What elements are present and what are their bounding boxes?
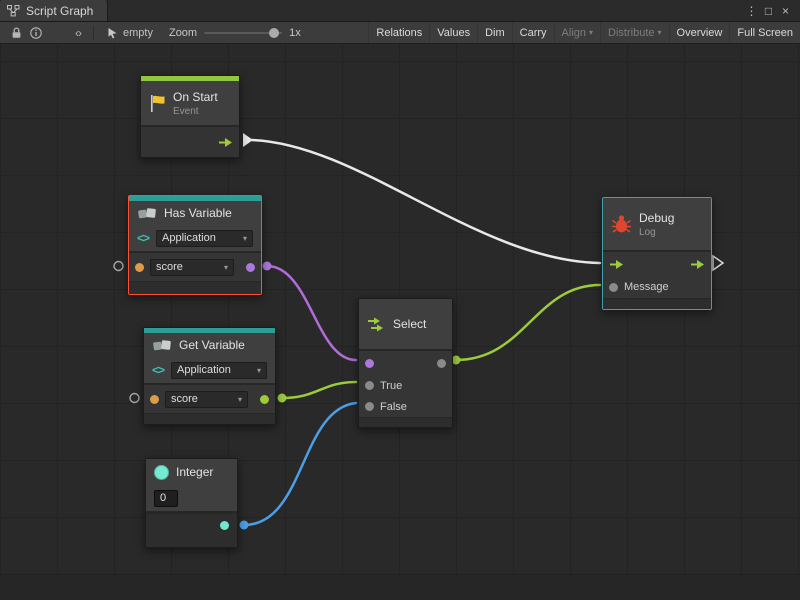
node-title: Select (393, 317, 426, 331)
script-graph-window: Script Graph ⋮ □ × ‹› empty Zoom (0, 0, 800, 600)
variables-icon (137, 206, 157, 221)
variable-name-dropdown[interactable]: score▾ (150, 259, 234, 276)
selection-output-port[interactable] (437, 359, 446, 368)
integer-value-input[interactable]: 0 (154, 490, 178, 507)
select-icon (367, 317, 386, 332)
values-button[interactable]: Values (429, 22, 477, 43)
pointer-icon (107, 27, 118, 39)
scope-icon: <> (152, 363, 164, 377)
zoom-control: Zoom 1x (161, 27, 309, 39)
flow-arrow-icon[interactable] (218, 137, 233, 148)
true-input-port[interactable] (365, 381, 374, 390)
message-port-label: Message (624, 281, 669, 293)
node-debug-log[interactable]: Debug Log Message (602, 197, 712, 310)
node-get-variable[interactable]: Get Variable <> Application▾ score▾ (143, 327, 276, 425)
distribute-button: Distribute▾ (600, 22, 668, 43)
graph-canvas[interactable]: On Start Event Has Variable (0, 44, 800, 600)
wire-hasvariable-to-select[interactable] (267, 266, 356, 360)
variable-name-input-port[interactable] (135, 263, 144, 272)
value-output-port[interactable] (260, 395, 269, 404)
window-controls: ⋮ □ × (743, 0, 800, 21)
variable-name-input-port[interactable] (150, 395, 159, 404)
node-title: Has Variable (164, 206, 232, 220)
hasvariable-target-port[interactable] (114, 262, 123, 271)
bug-icon (611, 214, 632, 234)
graph-toolbar: ‹› empty Zoom 1x Relations Values Dim Ca… (0, 22, 800, 44)
condition-input-port[interactable] (365, 359, 374, 368)
log-flow-output-port[interactable] (713, 256, 723, 270)
node-on-start[interactable]: On Start Event (140, 75, 240, 158)
result-output-port[interactable] (246, 263, 255, 272)
tab-script-graph[interactable]: Script Graph (0, 0, 108, 21)
lock-icon[interactable] (6, 22, 26, 43)
selection-indicator: empty (99, 27, 161, 39)
info-icon[interactable] (26, 22, 46, 43)
canvas-bottom-edge (0, 574, 800, 600)
chevron-down-icon: ▾ (658, 28, 662, 37)
chevron-down-icon: ▾ (219, 263, 228, 272)
integer-icon (154, 465, 169, 480)
flow-output-arrow-icon[interactable] (690, 259, 705, 270)
dim-button[interactable]: Dim (477, 22, 512, 43)
false-port-label: False (380, 401, 407, 413)
integer-output-port[interactable] (220, 521, 229, 530)
chevron-down-icon: ▾ (589, 28, 593, 37)
selection-label: empty (123, 27, 153, 39)
onstart-flow-output-port[interactable] (243, 133, 253, 147)
align-button: Align▾ (554, 22, 600, 43)
node-title: Get Variable (179, 338, 245, 352)
node-select[interactable]: Select True False (358, 298, 453, 428)
graph-icon (7, 5, 20, 17)
flag-icon (149, 94, 166, 113)
scope-dropdown[interactable]: Application▾ (156, 230, 253, 247)
full-screen-button[interactable]: Full Screen (729, 22, 800, 43)
overview-button[interactable]: Overview (669, 22, 730, 43)
variables-icon (152, 338, 172, 353)
wire-select-to-log-message[interactable] (456, 285, 600, 360)
maximize-icon[interactable]: □ (760, 0, 777, 22)
wire-onstart-to-log[interactable] (252, 140, 600, 263)
message-input-port[interactable] (609, 283, 618, 292)
close-icon[interactable]: × (777, 0, 794, 22)
toolbar-buttons: Relations Values Dim Carry Align▾ Distri… (368, 22, 800, 43)
zoom-label: Zoom (169, 27, 197, 39)
zoom-slider[interactable] (204, 32, 282, 34)
node-has-variable[interactable]: Has Variable <> Application▾ score▾ (128, 195, 262, 295)
node-title: Integer (176, 465, 213, 479)
integer-output-port[interactable] (240, 521, 249, 530)
chevron-down-icon: ▾ (233, 395, 242, 404)
kebab-menu-icon[interactable]: ⋮ (743, 0, 760, 22)
false-input-port[interactable] (365, 402, 374, 411)
node-integer[interactable]: Integer 0 (145, 458, 238, 548)
scope-icon: <> (137, 231, 149, 245)
true-port-label: True (380, 380, 402, 392)
node-title: On Start (173, 90, 218, 104)
getvariable-output-port[interactable] (278, 394, 287, 403)
chevron-down-icon: ▾ (252, 366, 261, 375)
flow-input-arrow-icon[interactable] (609, 259, 624, 270)
variable-name-dropdown[interactable]: score▾ (165, 391, 248, 408)
carry-button[interactable]: Carry (512, 22, 554, 43)
zoom-value: 1x (289, 27, 301, 39)
hasvariable-output-port[interactable] (263, 262, 272, 271)
getvariable-target-port[interactable] (130, 394, 139, 403)
chevron-down-icon: ▾ (238, 234, 247, 243)
scope-dropdown[interactable]: Application▾ (171, 362, 267, 379)
toolbar-separator (93, 26, 94, 40)
node-title: Debug (639, 211, 674, 225)
node-subtitle: Event (173, 106, 218, 117)
node-subtitle: Log (639, 227, 674, 238)
title-bar: Script Graph ⋮ □ × (0, 0, 800, 22)
code-toggle-icon[interactable]: ‹› (68, 22, 88, 43)
relations-button[interactable]: Relations (368, 22, 429, 43)
tab-title: Script Graph (26, 4, 93, 18)
zoom-slider-handle[interactable] (269, 28, 279, 38)
wire-getvariable-to-select-true[interactable] (282, 382, 356, 398)
